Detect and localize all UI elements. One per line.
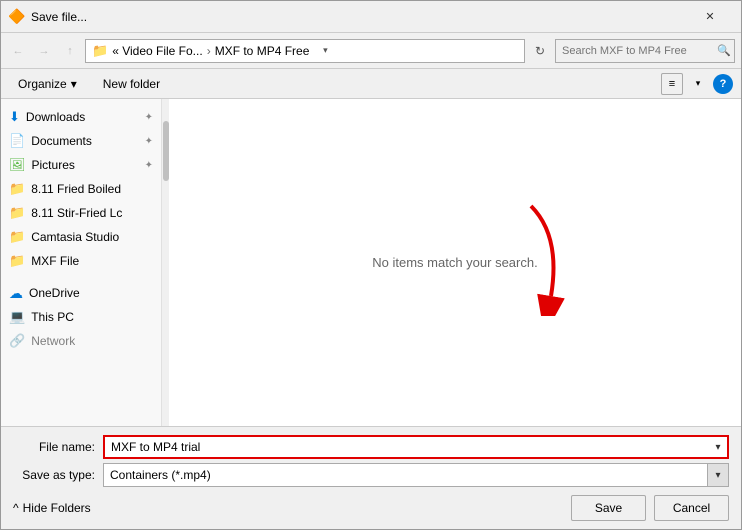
- documents-pin: ✦: [145, 136, 153, 147]
- pictures-pin: ✦: [145, 160, 153, 171]
- documents-icon: 📄: [9, 133, 25, 149]
- sidebar-item-onedrive[interactable]: ☁ OneDrive: [1, 281, 161, 305]
- sidebar-label-camtasia: Camtasia Studio: [31, 230, 119, 244]
- save-type-label: Save as type:: [13, 468, 103, 482]
- sidebar-label-this-pc: This PC: [31, 310, 74, 324]
- sidebar-item-stir-fried[interactable]: 📁 8.11 Stir-Fried Lc: [1, 201, 161, 225]
- back-button[interactable]: ←: [7, 40, 29, 62]
- sidebar-item-documents[interactable]: 📄 Documents ✦: [1, 129, 161, 153]
- empty-message: No items match your search.: [372, 255, 537, 270]
- dialog-title: Save file...: [31, 10, 87, 24]
- sidebar-label-downloads: Downloads: [26, 110, 85, 124]
- bottom-area: File name: ▾ Save as type: Containers (*…: [1, 426, 741, 529]
- search-icon: 🔍: [717, 44, 731, 57]
- title-bar: 🔶 Save file... ✕: [1, 1, 741, 33]
- camtasia-icon: 📁: [9, 229, 25, 245]
- save-type-row: Save as type: Containers (*.mp4) AVI (*.…: [13, 463, 729, 487]
- forward-button[interactable]: →: [33, 40, 55, 62]
- new-folder-button[interactable]: New folder: [94, 73, 169, 95]
- sidebar-scrollbar[interactable]: [161, 99, 169, 426]
- cancel-button[interactable]: Cancel: [654, 495, 729, 521]
- file-name-label: File name:: [13, 440, 103, 454]
- view-button[interactable]: ≡: [661, 73, 683, 95]
- sidebar-item-fried-boiled[interactable]: 📁 8.11 Fried Boiled: [1, 177, 161, 201]
- sidebar-item-pictures[interactable]: 🖼 Pictures ✦: [1, 153, 161, 177]
- downloads-icon: ⬇: [9, 109, 20, 125]
- save-type-wrap: Containers (*.mp4) AVI (*.avi) MOV (*.mo…: [103, 463, 729, 487]
- dialog-icon: 🔶: [9, 9, 25, 25]
- view-arrow-button[interactable]: ▾: [687, 73, 709, 95]
- sidebar-item-network[interactable]: 🔗 Network: [1, 329, 161, 353]
- file-area: No items match your search.: [169, 99, 741, 426]
- save-button[interactable]: Save: [571, 495, 646, 521]
- address-bar: ← → ↑ 📁 « Video File Fo... › MXF to MP4 …: [1, 33, 741, 69]
- hide-folders-button[interactable]: ^ Hide Folders: [13, 501, 91, 515]
- hide-folders-label: Hide Folders: [23, 501, 91, 515]
- breadcrumb-sub: MXF to MP4 Free: [215, 44, 310, 58]
- sidebar-item-downloads[interactable]: ⬇ Downloads ✦: [1, 105, 161, 129]
- sidebar-item-camtasia[interactable]: 📁 Camtasia Studio: [1, 225, 161, 249]
- sidebar-label-network: Network: [31, 334, 75, 348]
- refresh-button[interactable]: ↻: [529, 40, 551, 62]
- help-button[interactable]: ?: [713, 74, 733, 94]
- organize-button[interactable]: Organize ▾: [9, 73, 86, 95]
- stir-fried-icon: 📁: [9, 205, 25, 221]
- close-button[interactable]: ✕: [687, 3, 733, 31]
- sidebar-label-mxf: MXF File: [31, 254, 79, 268]
- hide-folders-arrow: ^: [13, 501, 19, 515]
- sidebar-wrapper: ⬇ Downloads ✦ 📄 Documents ✦ 🖼 Pictures ✦…: [1, 99, 169, 426]
- fried-boiled-icon: 📁: [9, 181, 25, 197]
- breadcrumb-area[interactable]: 📁 « Video File Fo... › MXF to MP4 Free ▾: [85, 39, 525, 63]
- mxf-icon: 📁: [9, 253, 25, 269]
- folder-icon: 📁: [92, 43, 108, 59]
- file-name-input-wrap: ▾: [103, 435, 729, 459]
- up-button[interactable]: ↑: [59, 40, 81, 62]
- file-name-row: File name: ▾: [13, 435, 729, 459]
- breadcrumb-separator: ›: [207, 44, 211, 58]
- breadcrumb-dropdown[interactable]: ▾: [317, 40, 333, 62]
- downloads-pin: ✦: [145, 112, 153, 123]
- sidebar: ⬇ Downloads ✦ 📄 Documents ✦ 🖼 Pictures ✦…: [1, 99, 161, 426]
- toolbar: Organize ▾ New folder ≡ ▾ ?: [1, 69, 741, 99]
- sidebar-label-onedrive: OneDrive: [29, 286, 80, 300]
- main-area: ⬇ Downloads ✦ 📄 Documents ✦ 🖼 Pictures ✦…: [1, 99, 741, 426]
- savetype-dropdown-arrow[interactable]: ▾: [707, 463, 729, 487]
- search-input[interactable]: [555, 39, 735, 63]
- save-type-select[interactable]: Containers (*.mp4) AVI (*.avi) MOV (*.mo…: [103, 463, 729, 487]
- sidebar-label-pictures: Pictures: [32, 158, 75, 172]
- breadcrumb-path: « Video File Fo...: [112, 44, 203, 58]
- file-name-input[interactable]: [103, 435, 729, 459]
- sidebar-item-mxf-file[interactable]: 📁 MXF File: [1, 249, 161, 273]
- filename-dropdown-arrow[interactable]: ▾: [707, 435, 729, 459]
- sidebar-label-documents: Documents: [31, 134, 92, 148]
- sidebar-label-stir-fried: 8.11 Stir-Fried Lc: [31, 206, 122, 220]
- this-pc-icon: 💻: [9, 309, 25, 325]
- bottom-buttons: ^ Hide Folders Save Cancel: [13, 495, 729, 521]
- action-buttons: Save Cancel: [571, 495, 729, 521]
- sidebar-label-fried-boiled: 8.11 Fried Boiled: [31, 182, 121, 196]
- network-icon: 🔗: [9, 333, 25, 349]
- sidebar-item-this-pc[interactable]: 💻 This PC: [1, 305, 161, 329]
- onedrive-icon: ☁: [9, 285, 23, 302]
- search-box: 🔍: [555, 39, 735, 63]
- pictures-icon: 🖼: [9, 157, 26, 173]
